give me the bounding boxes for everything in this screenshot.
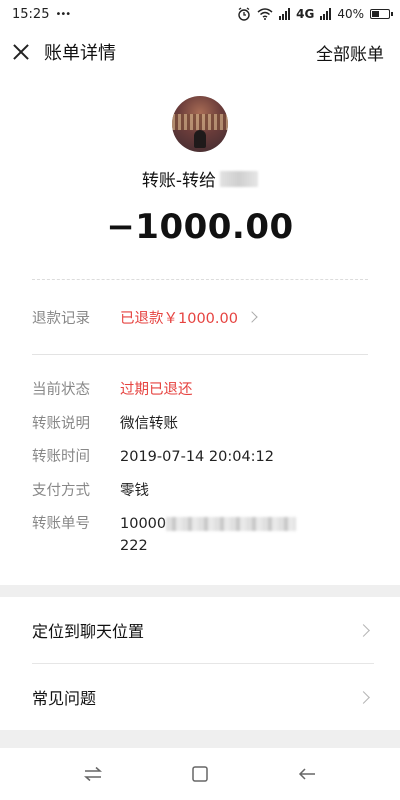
detail-list: 当前状态 过期已退还 转账说明 微信转账 转账时间 2019-07-14 20:…: [0, 355, 400, 557]
list-item-label: 常见问题: [32, 689, 97, 708]
alarm-icon: [238, 7, 250, 21]
detail-label: 支付方式: [32, 482, 90, 499]
network-type: 4G: [296, 7, 315, 21]
detail-row-note: 转账说明 微信转账: [32, 405, 368, 439]
transfer-amount: −1000.00: [106, 207, 294, 247]
close-icon[interactable]: [12, 43, 30, 61]
detail-label: 转账时间: [32, 449, 90, 465]
back-icon[interactable]: [295, 762, 319, 786]
detail-row-payment: 支付方式 零钱: [32, 472, 368, 506]
note-value: 微信转账: [120, 415, 178, 432]
signal-icon-2: [320, 8, 332, 20]
recipient-name-blurred: [220, 170, 259, 187]
transaction-id-end: 222: [120, 538, 148, 554]
recipient-label: 转账-转给: [141, 171, 217, 191]
menu-swap-icon[interactable]: [81, 762, 105, 786]
bill-detail-panel: 转账-转给 −1000.00 退款记录 已退款￥1000.00 当前状态 过期已…: [0, 76, 400, 585]
avatar: [172, 96, 228, 152]
detail-label: 当前状态: [32, 382, 90, 398]
notification-dots: •••: [55, 8, 71, 20]
detail-row-time: 转账时间 2019-07-14 20:04:12: [32, 438, 368, 472]
transaction-id-blurred: [166, 517, 297, 531]
wifi-icon: [257, 8, 273, 20]
all-bills-button[interactable]: 全部账单: [316, 40, 384, 65]
refund-record-row[interactable]: 退款记录 已退款￥1000.00: [0, 280, 400, 354]
refund-value[interactable]: 已退款￥1000.00: [120, 307, 238, 328]
list-item-label: 定位到聊天位置: [32, 622, 145, 641]
status-left: 15:25 •••: [12, 6, 71, 22]
nav-left: 账单详情: [12, 39, 116, 65]
chevron-right-icon: [357, 690, 370, 704]
refund-label: 退款记录: [32, 310, 90, 327]
bottom-list: 定位到聊天位置 常见问题: [0, 597, 400, 730]
recipient-line: 转账-转给: [141, 166, 259, 191]
faq-item[interactable]: 常见问题: [0, 664, 400, 730]
status-value: 过期已退还: [120, 382, 193, 398]
time-value: 2019-07-14 20:04:12: [120, 449, 274, 465]
transfer-summary: 转账-转给 −1000.00: [0, 76, 400, 247]
nav-bar: 账单详情 全部账单: [0, 28, 400, 76]
detail-label: 转账说明: [32, 415, 90, 432]
system-nav-bar: [0, 748, 400, 800]
status-bar: 15:25 ••• 4G 40%: [0, 0, 400, 28]
transaction-id-value: 10000 222: [120, 513, 297, 557]
signal-icon: [279, 8, 291, 20]
status-time: 15:25: [12, 6, 50, 22]
battery-icon: [370, 9, 393, 19]
detail-row-transaction-id: 转账单号 10000 222: [32, 505, 368, 557]
locate-chat-item[interactable]: 定位到聊天位置: [0, 597, 400, 663]
home-icon[interactable]: [188, 762, 212, 786]
chevron-right-icon: [246, 311, 258, 323]
status-right: 4G 40%: [237, 7, 393, 21]
transaction-id-start: 10000: [120, 516, 167, 532]
detail-row-status: 当前状态 过期已退还: [32, 371, 368, 405]
chevron-right-icon: [357, 623, 370, 637]
payment-value: 零钱: [120, 482, 149, 499]
detail-label: 转账单号: [32, 516, 90, 532]
page-title: 账单详情: [44, 43, 116, 64]
battery-percent: 40%: [337, 7, 364, 21]
